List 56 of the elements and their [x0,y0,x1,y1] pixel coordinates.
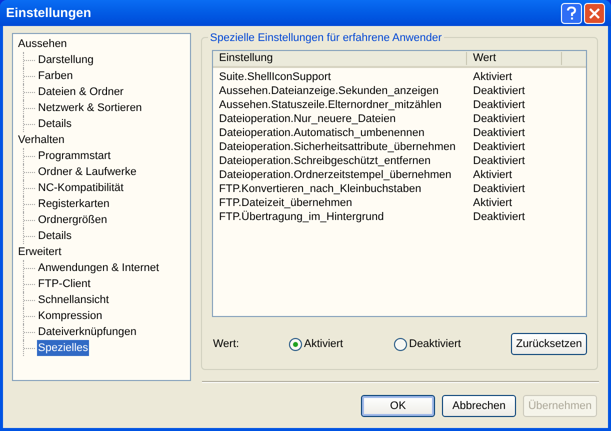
close-icon[interactable] [584,2,605,24]
radio-button[interactable] [394,338,407,350]
dialog-button[interactable]: OK [361,395,435,417]
tree-item[interactable]: Erweitert [17,244,62,260]
setting-cell-text: FTP.Konvertieren_nach_Kleinbuchstaben [218,182,422,196]
reset-button[interactable]: Zurücksetzen [510,333,587,355]
tree-item[interactable]: Aussehen [17,36,68,52]
tree-item[interactable]: FTP-Client [37,276,92,292]
value-cell-text: Deaktiviert [472,154,525,168]
value-cell-text: Deaktiviert [472,126,525,140]
tree-item[interactable]: Darstellung [37,52,95,68]
value-cell-text: Deaktiviert [472,98,525,112]
tree-item[interactable]: Programmstart [37,148,112,164]
column-header[interactable]: Wert [467,52,562,65]
window-title: Einstellungen [6,4,92,22]
setting-cell-text: Aussehen.Statuszeile.Elternordner_mitzählen [218,98,443,112]
tree-item[interactable]: Ordner & Laufwerke [37,164,138,180]
setting-cell-text: Dateioperation.Schreibgeschützt_entfernen [218,154,432,168]
value-label: Wert: [212,336,240,352]
tree-item[interactable]: Spezielles [37,340,90,356]
tree-item[interactable]: Registerkarten [37,196,111,212]
value-cell-text: Deaktiviert [472,182,525,196]
setting-cell-text: Dateioperation.Ordnerzeitstempel_übernehmen [218,168,452,182]
value-cell-text: Deaktiviert [472,112,525,126]
tree-item[interactable]: Details [37,116,73,132]
value-cell-text: Aktiviert [472,196,512,210]
value-cell-text: Aktiviert [472,168,512,182]
tree-item[interactable]: Details [37,228,73,244]
setting-cell-text: FTP.Übertragung_im_Hintergrund [218,210,385,224]
tree-item[interactable]: Anwendungen & Internet [37,260,160,276]
tree-item[interactable]: Ordnergrößen [37,212,108,228]
value-cell-text: Deaktiviert [472,84,525,98]
tree-item[interactable]: Netzwerk & Sortieren [37,100,143,116]
radio-label[interactable]: Deaktiviert [409,336,461,352]
tree-item[interactable]: Dateien & Ordner [37,84,125,100]
setting-cell-text: Dateioperation.Nur_neuere_Dateien [218,112,397,126]
value-cell-text: Aktiviert [472,70,512,84]
tree-item[interactable]: Verhalten [17,132,66,148]
setting-cell-text: Suite.ShellIconSupport [218,70,332,84]
tree-item[interactable]: Dateiverknüpfungen [37,324,138,340]
setting-cell-text: Aussehen.Dateianzeige.Sekunden_anzeigen [218,84,440,98]
value-cell-text: Deaktiviert [472,210,525,224]
value-cell-text: Deaktiviert [472,140,525,154]
setting-cell-text: Dateioperation.Automatisch_umbenennen [218,126,426,140]
help-icon[interactable] [561,2,582,24]
radio-button[interactable] [289,338,302,350]
radio-label[interactable]: Aktiviert [304,336,344,352]
dialog-button[interactable]: Abbrechen [442,395,516,417]
setting-cell-text: Dateioperation.Sicherheitsattribute_übernehmen [218,140,457,154]
tree-item[interactable]: Kompression [37,308,104,324]
setting-cell-text: FTP.Dateizeit_übernehmen [218,196,354,210]
tree-item[interactable]: NC-Kompatibilität [37,180,125,196]
tree-item[interactable]: Farben [37,68,74,84]
tree-item[interactable]: Schnellansicht [37,292,110,308]
column-header[interactable]: Einstellung [213,52,467,65]
group-title: Spezielle Einstellungen für erfahrene Anwender [208,30,444,46]
